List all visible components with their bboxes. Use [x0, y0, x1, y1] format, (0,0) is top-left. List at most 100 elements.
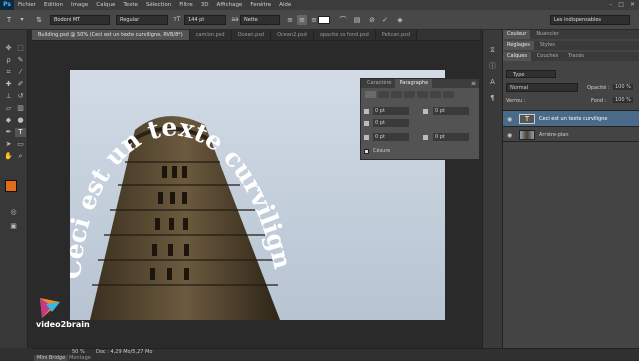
menu-calque[interactable]: Calque — [92, 0, 119, 10]
minimize-icon[interactable]: – — [609, 0, 612, 10]
tab-styles[interactable]: Styles — [536, 41, 559, 50]
text-orientation-icon[interactable]: ⇅ — [34, 15, 44, 25]
commit-icon[interactable]: ✓ — [380, 15, 390, 25]
history-brush-tool-icon[interactable]: ↺ — [15, 92, 26, 101]
menu-3d[interactable]: 3D — [197, 0, 213, 10]
align-center-icon[interactable]: ≡ — [297, 15, 307, 25]
eyedropper-tool-icon[interactable]: ⁄ — [15, 68, 26, 77]
zoom-tool-icon[interactable]: ⌕ — [15, 152, 26, 161]
marquee-tool-icon[interactable]: ⬚ — [15, 44, 26, 53]
justify-all-icon[interactable] — [443, 91, 454, 98]
path-select-tool-icon[interactable]: ➤ — [3, 140, 14, 149]
menu-edition[interactable]: Edition — [40, 0, 67, 10]
crop-tool-icon[interactable]: ⌗ — [3, 68, 14, 77]
gradient-tool-icon[interactable]: ▥ — [15, 104, 26, 113]
layer-name[interactable]: Arrière-plan — [539, 132, 569, 138]
menu-affichage[interactable]: Affichage — [212, 0, 246, 10]
move-tool-icon[interactable]: ✥ — [3, 44, 14, 53]
space-before-field[interactable]: 0 pt — [373, 133, 409, 141]
tab-couches[interactable]: Couches — [533, 52, 562, 61]
maximize-icon[interactable]: □ — [618, 0, 624, 10]
opacity-field[interactable]: 100 % — [613, 84, 633, 90]
healing-tool-icon[interactable]: ✚ — [3, 80, 14, 89]
menu-selection[interactable]: Sélection — [142, 0, 175, 10]
history-icon[interactable]: ⧖ — [487, 46, 498, 55]
shape-tool-icon[interactable]: ▭ — [15, 140, 26, 149]
stamp-tool-icon[interactable]: ⊥ — [3, 92, 14, 101]
menu-fichier[interactable]: Fichier — [14, 0, 40, 10]
pen-tool-icon[interactable]: ✒ — [3, 128, 14, 137]
screen-mode-icon[interactable]: ▣ — [8, 222, 19, 231]
tab-montage[interactable]: Montage — [66, 355, 94, 361]
workspace-select[interactable]: Les indispensables — [550, 15, 630, 25]
eraser-tool-icon[interactable]: ▱ — [3, 104, 14, 113]
menu-aide[interactable]: Aide — [275, 0, 295, 10]
font-style-select[interactable]: Regular — [116, 15, 168, 25]
align-left-icon[interactable] — [365, 91, 376, 98]
quick-select-tool-icon[interactable]: ✎ — [15, 56, 26, 65]
blend-mode-select[interactable]: Normal — [506, 83, 578, 92]
indent-first-field[interactable]: 0 pt — [373, 119, 409, 127]
tab-calques[interactable]: Calques — [503, 52, 531, 61]
cancel-icon[interactable]: ⊘ — [367, 15, 377, 25]
tab-traces[interactable]: Tracés — [564, 52, 588, 61]
lasso-tool-icon[interactable]: ρ — [3, 56, 14, 65]
align-center-icon[interactable] — [378, 91, 389, 98]
font-family-select[interactable]: Bodoni MT — [50, 15, 110, 25]
menu-image[interactable]: Image — [67, 0, 92, 10]
layer-row[interactable]: ◉ Arrière-plan — [503, 126, 639, 142]
hand-tool-icon[interactable]: ✋ — [3, 152, 14, 161]
tab-paragraph[interactable]: Paragraphe — [395, 79, 433, 88]
blur-tool-icon[interactable]: ◆ — [3, 116, 14, 125]
3d-icon[interactable]: ◈ — [395, 15, 405, 25]
layer-kind-filter[interactable]: Type — [506, 70, 556, 78]
panel-menu-icon[interactable]: ≡ — [471, 80, 479, 87]
tab-reglages[interactable]: Réglages — [503, 41, 534, 50]
tab-nuancier[interactable]: Nuancier — [532, 30, 562, 39]
visibility-eye-icon[interactable]: ◉ — [507, 116, 512, 123]
layer-name[interactable]: Ceci est un texte curviligne — [539, 116, 608, 122]
menu-fenetre[interactable]: Fenêtre — [246, 0, 275, 10]
font-size-select[interactable]: 144 pt — [184, 15, 226, 25]
justify-left-icon[interactable] — [404, 91, 415, 98]
justify-right-icon[interactable] — [430, 91, 441, 98]
dodge-tool-icon[interactable]: ● — [15, 116, 26, 125]
quick-mask-icon[interactable]: ◎ — [8, 208, 19, 217]
character-panel-icon[interactable]: A — [487, 78, 498, 87]
tab-building[interactable]: Building.psd @ 50% (Ceci est un texte cu… — [32, 30, 190, 40]
type-tool-icon[interactable]: T — [4, 15, 14, 25]
tab-ocean2[interactable]: Ocean2.psd — [271, 30, 314, 40]
menu-filtre[interactable]: Filtre — [175, 0, 197, 10]
tab-couleur[interactable]: Couleur — [503, 30, 531, 39]
type-tool-icon[interactable]: T — [15, 128, 26, 137]
warp-text-icon[interactable]: ⌒ — [338, 15, 348, 25]
info-icon[interactable]: ⓘ — [487, 62, 498, 71]
indent-left-field[interactable]: 0 pt — [373, 107, 409, 115]
tab-camion[interactable]: camion.psd — [189, 30, 232, 40]
antialias-select[interactable]: Nette — [240, 15, 280, 25]
fill-field[interactable]: 100 % — [613, 97, 633, 103]
chevron-down-icon[interactable]: ▾ — [17, 15, 27, 25]
tab-mini-bridge[interactable]: Mini Bridge — [34, 355, 69, 361]
char-panel-icon[interactable]: ▤ — [352, 15, 362, 25]
foreground-color-swatch[interactable] — [5, 180, 17, 192]
visibility-eye-icon[interactable]: ◉ — [507, 132, 512, 139]
tab-ocean[interactable]: Ocean.psd — [231, 30, 272, 40]
layer-row[interactable]: ◉ T Ceci est un texte curviligne — [503, 110, 639, 126]
indent-right-field[interactable]: 0 pt — [433, 107, 469, 115]
hyphenate-checkbox[interactable] — [364, 149, 369, 154]
panel-icon-strip: ⧖ ⓘ A ¶ — [482, 30, 502, 348]
text-color-swatch[interactable] — [318, 16, 330, 24]
tab-opacite[interactable]: opacite vs fond.psd — [313, 30, 376, 40]
paragraph-panel-icon[interactable]: ¶ — [487, 94, 498, 103]
align-left-icon[interactable]: ≡ — [285, 15, 295, 25]
menu-texte[interactable]: Texte — [119, 0, 142, 10]
close-icon[interactable]: ✕ — [630, 0, 635, 10]
space-after-field[interactable]: 0 pt — [433, 133, 469, 141]
tab-pelican[interactable]: Pelican.psd — [375, 30, 417, 40]
brush-tool-icon[interactable]: ✐ — [15, 80, 26, 89]
align-right-icon[interactable] — [391, 91, 402, 98]
bottom-left-bar — [0, 348, 32, 360]
justify-center-icon[interactable] — [417, 91, 428, 98]
tab-character[interactable]: Caractère — [363, 79, 395, 88]
